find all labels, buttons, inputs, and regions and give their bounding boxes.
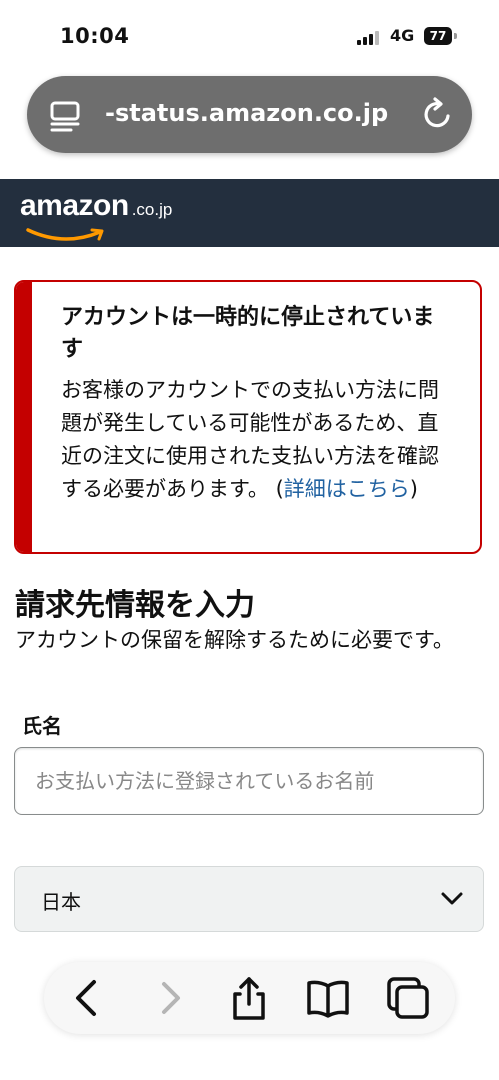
browser-toolbar xyxy=(44,962,455,1034)
alert-stripe xyxy=(16,282,32,552)
details-link[interactable]: 詳細はこちら xyxy=(284,477,410,501)
logo-word: amazon xyxy=(20,189,129,222)
chevron-down-icon xyxy=(441,892,463,905)
name-input[interactable] xyxy=(14,747,484,815)
network-type: 4G xyxy=(390,26,415,45)
status-bar: 10:04 4G 77 xyxy=(0,0,499,72)
bookmarks-icon[interactable] xyxy=(306,976,350,1020)
name-label: 氏名 xyxy=(22,714,62,738)
url-text[interactable]: -status.amazon.co.jp xyxy=(105,99,388,127)
country-select[interactable]: 日本 xyxy=(14,866,484,932)
signal-icon xyxy=(357,31,383,45)
address-bar[interactable]: -status.amazon.co.jp xyxy=(27,76,472,153)
page-menu-icon[interactable] xyxy=(49,100,81,132)
amazon-logo[interactable]: amazon .co.jp xyxy=(20,189,173,241)
form-title: 請求先情報を入力 xyxy=(15,588,255,623)
alert-body-end: ) xyxy=(409,477,418,501)
tabs-icon[interactable] xyxy=(386,976,430,1020)
smile-arrow-icon xyxy=(26,228,104,241)
alert-title: アカウントは一時的に停止されています xyxy=(61,305,435,362)
account-suspended-alert: アカウントは一時的に停止されています お客様のアカウントでの支払い方法に問題が発… xyxy=(14,280,482,554)
battery-icon: 77 xyxy=(424,27,452,45)
site-header: amazon .co.jp xyxy=(0,179,499,247)
battery-nub xyxy=(454,33,457,39)
form-description: アカウントの保留を解除するために必要です。 xyxy=(15,628,454,652)
back-icon[interactable] xyxy=(66,976,110,1020)
country-value: 日本 xyxy=(41,890,81,914)
status-time: 10:04 xyxy=(60,24,130,48)
logo-tld: .co.jp xyxy=(131,200,173,219)
forward-icon[interactable] xyxy=(148,976,192,1020)
share-icon[interactable] xyxy=(227,976,271,1020)
alert-body: お客様のアカウントでの支払い方法に問題が発生している可能性があるため、直近の注文… xyxy=(61,374,456,506)
reload-icon[interactable] xyxy=(421,97,455,131)
